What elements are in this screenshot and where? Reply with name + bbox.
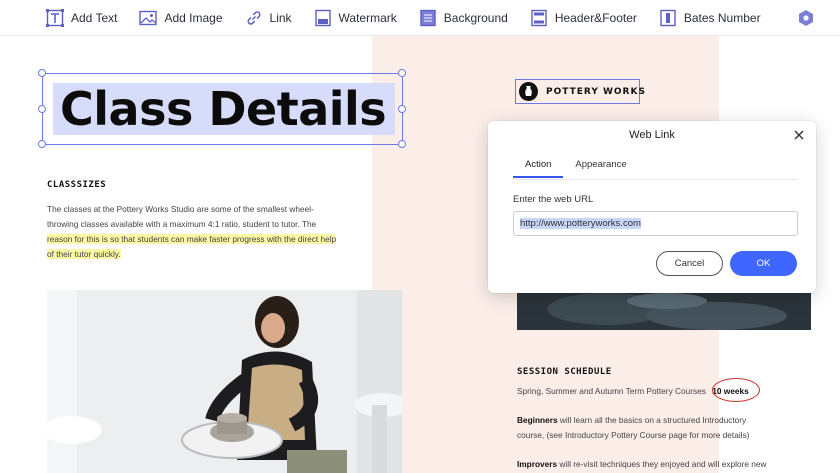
resize-handle-bottom-right[interactable] [398,140,406,148]
add-text-label: Add Text [71,10,118,25]
schedule-text: Spring, Summer and Autumn Term Pottery C… [517,386,706,396]
resize-handle-top-left[interactable] [38,69,46,77]
add-image-label: Add Image [164,10,223,25]
dialog-tabs: Action Appearance [513,159,639,178]
hexagon-settings-icon [797,9,815,27]
beginners-paragraph: Beginners will learn all the basics on a… [517,413,817,443]
image-icon [139,9,158,27]
classsizes-paragraph: The classes at the Pottery Works Studio … [47,202,377,262]
bates-number-label: Bates Number [683,10,761,25]
classsizes-line-2: throwing classes available with a maximu… [47,219,317,229]
beginners-line-1: will learn all the basics on a structure… [557,415,747,425]
highlighted-text-2: of their tutor quickly. [47,249,121,259]
studio-photo[interactable] [517,291,811,330]
classsizes-line-1: The classes at the Pottery Works Studio … [47,204,314,214]
header-footer-icon [530,9,548,27]
classsizes-heading: CLASSSIZES [47,180,107,190]
title-selection-box[interactable]: Class Details [38,69,406,148]
tab-action[interactable]: Action [513,159,564,178]
link-label: Link [269,10,292,25]
ok-button[interactable]: OK [730,251,797,276]
pottery-works-logo[interactable]: POTTERY WORKS [515,79,645,104]
tabs-divider [513,179,797,180]
more-tools-button[interactable] [797,9,822,27]
watermark-label: Watermark [338,10,397,25]
resize-handle-bottom-left[interactable] [38,140,46,148]
web-link-dialog: Web Link Action Appearance Enter the web… [488,121,816,293]
resize-handle-right[interactable] [398,105,406,113]
url-input-value: http://www.potteryworks.com [520,218,641,229]
bates-number-button[interactable]: Bates Number [659,9,761,27]
resize-handle-top-right[interactable] [398,69,406,77]
background-icon [419,9,437,27]
page-title[interactable]: Class Details [60,82,387,136]
url-field-label: Enter the web URL [513,194,594,205]
session-schedule-heading: SESSION SCHEDULE [517,367,612,377]
close-icon[interactable] [792,128,806,142]
bates-number-icon [659,9,677,27]
improvers-line: will re-visit techniques they enjoyed an… [557,459,767,469]
red-circle-annotation[interactable] [712,378,760,402]
url-input[interactable]: http://www.potteryworks.com [513,211,798,236]
beginners-label: Beginners [517,415,558,425]
header-footer-button[interactable]: Header&Footer [530,9,637,27]
improvers-paragraph: Improvers will re-visit techniques they … [517,457,817,472]
pottery-photo[interactable] [47,290,402,473]
schedule-line: Spring, Summer and Autumn Term Pottery C… [517,384,817,399]
header-footer-label: Header&Footer [554,10,637,25]
background-label: Background [443,10,508,25]
improvers-label: Improvers [517,459,558,469]
text-icon [46,8,64,27]
watermark-button[interactable]: Watermark [314,9,397,27]
link-button[interactable]: Link [245,9,292,27]
dialog-title: Web Link [629,129,675,141]
background-button[interactable]: Background [419,9,508,27]
cancel-button[interactable]: Cancel [656,251,723,276]
toolbar: Add Text Add Image Link Watermark Backgr… [0,0,840,36]
vase-logo-icon [519,82,538,101]
watermark-icon [314,9,332,27]
add-image-button[interactable]: Add Image [139,9,223,27]
highlighted-text-1: reason for this is so that students can … [47,234,337,244]
tab-appearance[interactable]: Appearance [563,159,638,178]
add-text-button[interactable]: Add Text [46,8,118,27]
beginners-line-2: course, (see Introductory Pottery Course… [517,430,750,440]
resize-handle-left[interactable] [38,105,46,113]
link-icon [245,9,263,27]
logo-text: POTTERY WORKS [546,86,646,97]
